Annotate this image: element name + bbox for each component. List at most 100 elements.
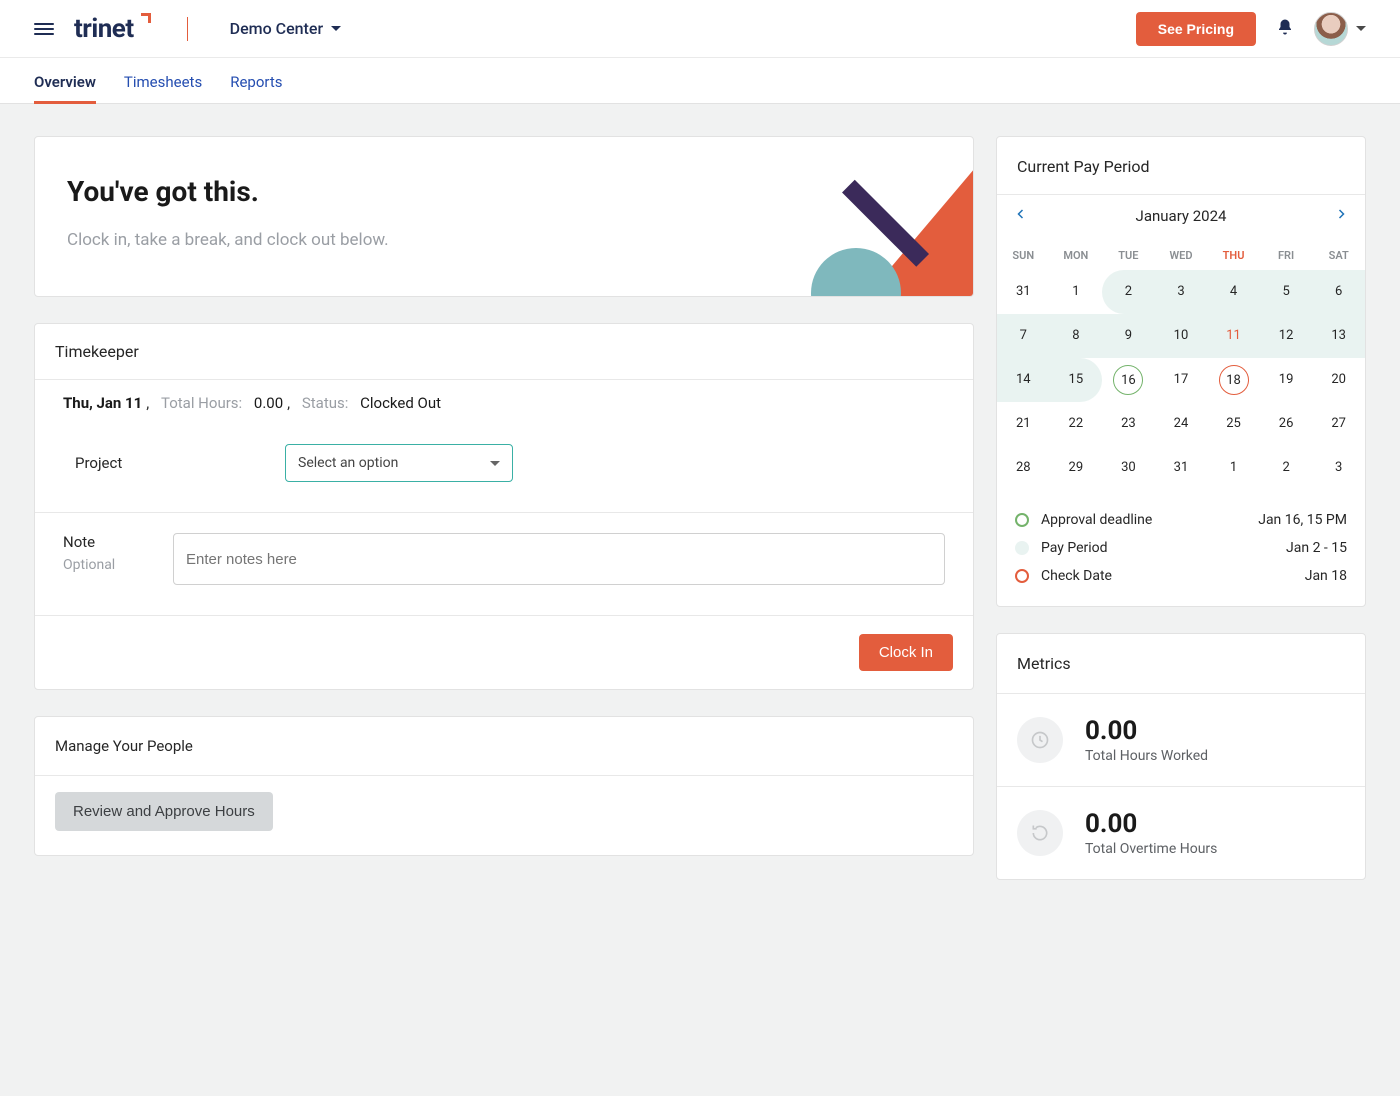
avatar-icon	[1314, 12, 1348, 46]
tab-timesheets[interactable]: Timesheets	[124, 73, 202, 103]
tab-overview[interactable]: Overview	[34, 73, 96, 103]
check-value: Jan 18	[1305, 568, 1347, 584]
pay-period-title: Current Pay Period	[997, 137, 1365, 194]
see-pricing-button[interactable]: See Pricing	[1136, 12, 1256, 46]
timekeeper-date: Thu, Jan 11	[63, 394, 142, 412]
manage-title: Manage Your People	[35, 717, 973, 775]
calendar-day[interactable]: 22	[1050, 402, 1103, 446]
calendar-day[interactable]: 9	[1102, 314, 1155, 358]
calendar-day[interactable]: 2	[1102, 270, 1155, 314]
hours-worked-value: 0.00	[1085, 716, 1208, 746]
calendar-dow: MON	[1050, 241, 1103, 270]
overtime-icon	[1017, 810, 1063, 856]
calendar-day[interactable]: 13	[1312, 314, 1365, 358]
calendar-month: January 2024	[1027, 207, 1335, 225]
calendar-day[interactable]: 15	[1050, 358, 1103, 402]
calendar-day[interactable]: 23	[1102, 402, 1155, 446]
tab-reports[interactable]: Reports	[230, 73, 282, 103]
calendar-day[interactable]: 19	[1260, 358, 1313, 402]
calendar-day[interactable]: 8	[1050, 314, 1103, 358]
project-select[interactable]: Select an option	[285, 444, 513, 482]
clock-icon	[1017, 717, 1063, 763]
calendar-day[interactable]: 20	[1312, 358, 1365, 402]
workspace-selector[interactable]: Demo Center	[230, 19, 341, 38]
calendar-day[interactable]: 24	[1155, 402, 1208, 446]
review-approve-button[interactable]: Review and Approve Hours	[55, 792, 273, 831]
payperiod-value: Jan 2 - 15	[1286, 540, 1347, 556]
metrics-card: Metrics 0.00 Total Hours Worked 0.00 Tot…	[996, 633, 1366, 880]
calendar-day[interactable]: 12	[1260, 314, 1313, 358]
calendar-day[interactable]: 27	[1312, 402, 1365, 446]
manage-people-card: Manage Your People Review and Approve Ho…	[34, 716, 974, 856]
calendar-day[interactable]: 26	[1260, 402, 1313, 446]
calendar-day[interactable]: 17	[1155, 358, 1208, 402]
clock-in-button[interactable]: Clock In	[859, 634, 953, 671]
metric-overtime: 0.00 Total Overtime Hours	[997, 786, 1365, 879]
calendar-day[interactable]: 28	[997, 446, 1050, 490]
overtime-value: 0.00	[1085, 809, 1217, 839]
hero-card: You've got this. Clock in, take a break,…	[34, 136, 974, 297]
calendar-dow: WED	[1155, 241, 1208, 270]
pay-period-card: Current Pay Period January 2024 SUNMONTU…	[996, 136, 1366, 607]
calendar-grid: SUNMONTUEWEDTHUFRISAT 311234567891011121…	[997, 241, 1365, 490]
chevron-down-icon	[1356, 26, 1366, 31]
menu-toggle[interactable]	[34, 23, 54, 35]
hours-value: 0.00	[254, 394, 283, 412]
hero-title: You've got this.	[67, 175, 941, 208]
calendar-day[interactable]: 7	[997, 314, 1050, 358]
calendar-dow: SUN	[997, 241, 1050, 270]
chevron-down-icon	[331, 26, 341, 31]
divider	[187, 17, 188, 41]
metrics-title: Metrics	[997, 634, 1365, 693]
metric-hours-worked: 0.00 Total Hours Worked	[997, 693, 1365, 786]
calendar-day[interactable]: 31	[997, 270, 1050, 314]
calendar-day[interactable]: 29	[1050, 446, 1103, 490]
calendar-dow: THU	[1207, 241, 1260, 270]
hours-worked-label: Total Hours Worked	[1085, 748, 1208, 764]
notifications-icon[interactable]	[1276, 18, 1294, 40]
calendar-day[interactable]: 16	[1102, 358, 1155, 402]
calendar-day[interactable]: 31	[1155, 446, 1208, 490]
calendar-day[interactable]: 4	[1207, 270, 1260, 314]
calendar-day[interactable]: 21	[997, 402, 1050, 446]
calendar-day[interactable]: 1	[1050, 270, 1103, 314]
calendar-dow: TUE	[1102, 241, 1155, 270]
approval-deadline-icon	[1015, 513, 1029, 527]
calendar-day[interactable]: 18	[1207, 358, 1260, 402]
calendar-day[interactable]: 14	[997, 358, 1050, 402]
note-input[interactable]	[173, 533, 945, 585]
calendar-day[interactable]: 6	[1312, 270, 1365, 314]
logo[interactable]: trinet	[74, 14, 151, 44]
calendar-day[interactable]: 5	[1260, 270, 1313, 314]
logo-mark-icon	[137, 13, 151, 27]
user-menu[interactable]	[1314, 12, 1366, 46]
calendar-day[interactable]: 10	[1155, 314, 1208, 358]
hours-label: Total Hours:	[161, 394, 242, 412]
calendar-day[interactable]: 1	[1207, 446, 1260, 490]
approval-value: Jan 16, 15 PM	[1258, 512, 1347, 528]
hero-subtitle: Clock in, take a break, and clock out be…	[67, 230, 941, 250]
calendar-day[interactable]: 3	[1312, 446, 1365, 490]
calendar-day[interactable]: 3	[1155, 270, 1208, 314]
calendar-day[interactable]: 30	[1102, 446, 1155, 490]
timekeeper-title: Timekeeper	[35, 324, 973, 379]
calendar-day[interactable]: 11	[1207, 314, 1260, 358]
project-placeholder: Select an option	[298, 455, 398, 471]
timekeeper-card: Timekeeper Thu, Jan 11, Total Hours: 0.0…	[34, 323, 974, 690]
overtime-label: Total Overtime Hours	[1085, 841, 1217, 857]
hero-graphic	[815, 168, 974, 297]
timekeeper-summary: Thu, Jan 11, Total Hours: 0.00, Status: …	[35, 379, 973, 426]
project-label: Project	[75, 454, 265, 472]
calendar-day[interactable]: 2	[1260, 446, 1313, 490]
calendar-prev-button[interactable]	[1015, 208, 1027, 224]
calendar-day[interactable]: 25	[1207, 402, 1260, 446]
workspace-name: Demo Center	[230, 19, 323, 38]
logo-text: trinet	[74, 14, 134, 44]
pay-period-icon	[1015, 541, 1029, 555]
note-label: Note	[63, 533, 143, 551]
status-value: Clocked Out	[360, 394, 441, 412]
check-date-icon	[1015, 569, 1029, 583]
status-label: Status:	[302, 394, 349, 412]
calendar-next-button[interactable]	[1335, 208, 1347, 224]
calendar-dow: SAT	[1312, 241, 1365, 270]
